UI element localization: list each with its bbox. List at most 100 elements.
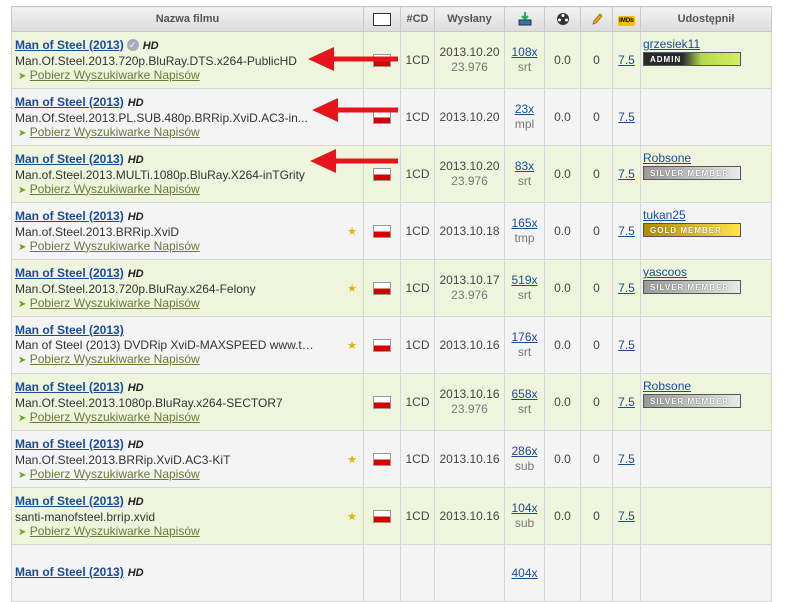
header-sent[interactable]: Wysłany [434, 6, 505, 32]
uploader-link[interactable]: Robsone [643, 379, 771, 393]
imdb-cell: 7.5 [612, 316, 641, 374]
subtitle-format: srt [517, 402, 532, 416]
download-search-link[interactable]: Pobierz Wyszukiwarke Napisów [30, 125, 200, 139]
fps-value: 23.976 [451, 174, 488, 188]
download-search-link[interactable]: Pobierz Wyszukiwarke Napisów [30, 524, 200, 538]
hd-badge: HD [127, 567, 144, 579]
download-search-link[interactable]: Pobierz Wyszukiwarke Napisów [30, 239, 200, 253]
header-votes[interactable] [580, 6, 613, 32]
member-badge: SILVER MEMBER [643, 280, 741, 294]
imdb-rating-link[interactable]: 7.5 [618, 53, 635, 67]
language-cell [363, 544, 401, 602]
header-name[interactable]: Nazwa filmu [11, 6, 364, 32]
download-count-link[interactable]: 23x [505, 102, 544, 117]
upload-date: 2013.10.16 [439, 337, 500, 352]
language-cell [363, 373, 401, 431]
download-count-link[interactable]: 404x [505, 566, 544, 581]
imdb-rating-link[interactable]: 7.5 [618, 395, 635, 409]
rating-value: 0.0 [544, 316, 581, 374]
header-cd[interactable]: #CD [400, 6, 435, 32]
subtitle-format: srt [517, 288, 532, 302]
movie-title-link[interactable]: Man of Steel (2013) [15, 38, 124, 52]
votes-count: 0 [580, 430, 613, 488]
imdb-cell: 7.5 [612, 88, 641, 146]
header-rating[interactable] [544, 6, 581, 32]
movie-title-link[interactable]: Man of Steel (2013) [15, 565, 124, 579]
download-search-link[interactable]: Pobierz Wyszukiwarke Napisów [30, 68, 200, 82]
imdb-cell: 7.5 [612, 259, 641, 317]
language-cell [363, 202, 401, 260]
movie-title-link[interactable]: Man of Steel (2013) [15, 437, 124, 451]
download-count-link[interactable]: 108x [505, 45, 544, 60]
upload-date: 2013.10.20 [439, 45, 500, 59]
download-search-link[interactable]: Pobierz Wyszukiwarke Napisów [30, 296, 200, 310]
header-share[interactable]: Udostępnił [640, 6, 772, 32]
uploader-cell [640, 544, 772, 602]
uploader-cell: Robsone SILVER MEMBER [640, 373, 772, 431]
imdb-rating-link[interactable]: 7.5 [618, 509, 635, 523]
download-count-link[interactable]: 165x [505, 216, 544, 231]
downloads-cell: 176x srt [504, 316, 545, 374]
table-row: Man of Steel (2013) HD santi-manofsteel.br… [11, 487, 772, 545]
chevron-right-icon: ➤ [18, 412, 27, 424]
upload-date: 2013.10.17 [439, 273, 500, 287]
red-arrow-3 [310, 149, 398, 173]
cd-count: 1CD [400, 31, 435, 89]
hd-badge: HD [127, 381, 144, 394]
download-search-link[interactable]: Pobierz Wyszukiwarke Napisów [30, 467, 200, 481]
imdb-rating-link[interactable]: 7.5 [618, 167, 635, 181]
downloads-cell: 404x [504, 544, 545, 602]
download-count-link[interactable]: 176x [505, 330, 544, 345]
movie-title-link[interactable]: Man of Steel (2013) [15, 266, 124, 280]
imdb-rating-link[interactable]: 7.5 [618, 281, 635, 295]
imdb-rating-link[interactable]: 7.5 [618, 452, 635, 466]
cd-count: 1CD [400, 259, 435, 317]
uploader-link[interactable]: Robsone [643, 151, 771, 165]
movie-title-link[interactable]: Man of Steel (2013) [15, 152, 124, 166]
movie-title-link[interactable]: Man of Steel (2013) [15, 494, 124, 508]
header-downloads[interactable] [504, 6, 545, 32]
movie-title-link[interactable]: Man of Steel (2013) [15, 380, 124, 394]
uploader-link[interactable]: grzesiek11 [643, 37, 771, 51]
red-arrow-1 [308, 47, 398, 71]
release-name: Man.Of.Steel.2013.720p.BluRay.x264-Felon… [15, 281, 256, 296]
download-count-link[interactable]: 519x [505, 273, 544, 288]
upload-date-cell: 2013.10.17 23.976 [434, 259, 505, 317]
header-imdb[interactable]: IMDb [612, 6, 641, 32]
votes-count: 0 [580, 259, 613, 317]
download-count-link[interactable]: 286x [505, 444, 544, 459]
download-icon [518, 12, 531, 26]
movie-title-link[interactable]: Man of Steel (2013) [15, 323, 124, 337]
polish-flag-icon [373, 510, 391, 524]
imdb-rating-link[interactable]: 7.5 [618, 338, 635, 352]
cd-count: 1CD [400, 487, 435, 545]
table-row: Man of Steel (2013) HD Man.of.Steel.2013.B… [11, 202, 772, 260]
film-reel-icon [556, 13, 569, 25]
download-search-link[interactable]: Pobierz Wyszukiwarke Napisów [30, 352, 200, 366]
chevron-right-icon: ➤ [18, 469, 27, 481]
download-search-link[interactable]: Pobierz Wyszukiwarke Napisów [30, 182, 200, 196]
chevron-right-icon: ➤ [18, 184, 27, 196]
movie-name-cell: Man of Steel (2013) HD Man.of.Steel.2013.B… [11, 202, 364, 260]
release-name: Man.of.Steel.2013.MULTi.1080p.BluRay.X26… [15, 167, 305, 182]
download-search-link[interactable]: Pobierz Wyszukiwarke Napisów [30, 410, 200, 424]
votes-count [580, 544, 613, 602]
polish-flag-icon [373, 396, 391, 410]
upload-date-cell: 2013.10.16 [434, 430, 505, 488]
subtitle-format: srt [517, 174, 532, 188]
movie-title-link[interactable]: Man of Steel (2013) [15, 209, 124, 223]
uploader-link[interactable]: tukan25 [643, 208, 771, 222]
hd-badge: HD [127, 96, 144, 109]
download-count-link[interactable]: 658x [505, 387, 544, 402]
imdb-rating-link[interactable]: 7.5 [618, 224, 635, 238]
upload-date: 2013.10.16 [439, 387, 500, 401]
header-flag[interactable] [363, 6, 401, 32]
imdb-rating-link[interactable]: 7.5 [618, 110, 635, 124]
movie-name-cell: Man of Steel (2013) HD [11, 544, 364, 602]
uploader-link[interactable]: yascoos [643, 265, 771, 279]
table-row: Man of Steel (2013) Man of Steel (2013) D… [11, 316, 772, 374]
download-count-link[interactable]: 83x [505, 159, 544, 174]
language-cell [363, 259, 401, 317]
downloads-cell: 519x srt [504, 259, 545, 317]
movie-title-link[interactable]: Man of Steel (2013) [15, 95, 124, 109]
